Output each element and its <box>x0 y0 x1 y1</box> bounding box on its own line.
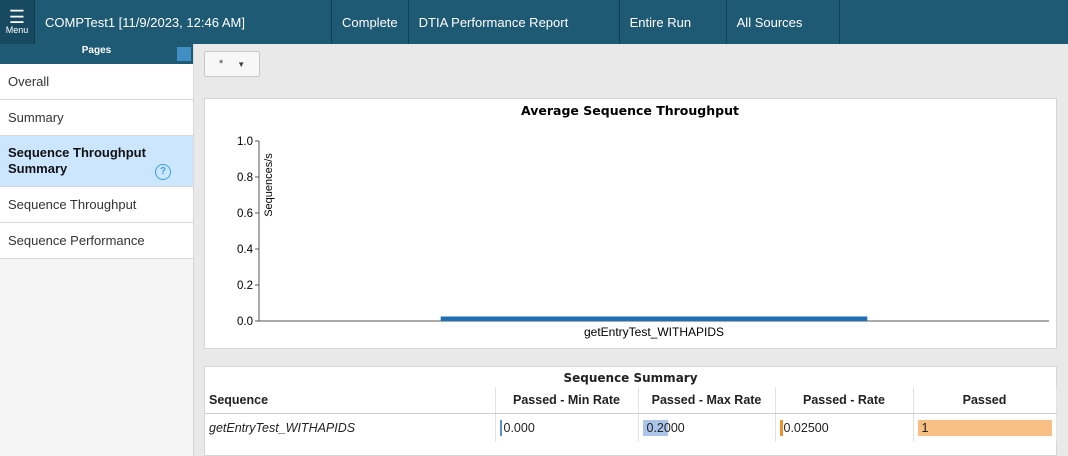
hamburger-icon: ☰ <box>8 7 26 27</box>
y-axis-label: Sequences/s <box>263 153 275 217</box>
sidebar-item-overall[interactable]: Overall <box>0 64 193 100</box>
x-ticks: getEntryTest_WITHAPIDS <box>584 325 724 339</box>
column-header-sequence[interactable]: Sequence <box>205 387 496 414</box>
y-ticks: 0.0 0.2 0.4 0.6 0.8 1.0 <box>237 136 259 328</box>
pages-sidebar: Pages Overall Summary Sequence Throughpu… <box>0 44 194 456</box>
passed-fill <box>917 420 1052 436</box>
pages-header: Pages <box>0 44 193 64</box>
y-tick-label: 0.8 <box>237 172 253 184</box>
bar-0[interactable] <box>440 316 868 322</box>
main-content: * ▼ Average Sequence Throughput Sequence… <box>194 44 1068 456</box>
column-header-min-rate[interactable]: Passed - Min Rate <box>495 387 639 414</box>
max-rate-bar: 0.2000 <box>642 420 771 436</box>
cell-sequence: getEntryTest_WITHAPIDS <box>205 413 496 442</box>
sidebar-item-sequence-performance[interactable]: Sequence Performance <box>0 223 193 259</box>
summary-title: Sequence Summary <box>563 371 698 385</box>
table-header-row: Sequence Passed - Min Rate Passed - Max … <box>205 387 1057 414</box>
y-tick-label: 1.0 <box>237 136 253 148</box>
sidebar-item-sequence-throughput-summary[interactable]: Sequence Throughput Summary ? <box>0 136 193 187</box>
chevron-down-icon: ▼ <box>237 59 246 69</box>
cell-passed: 1 <box>913 413 1057 442</box>
tab-test-run[interactable]: COMPTest1 [11/9/2023, 12:46 AM] <box>35 0 332 44</box>
collapse-sidebar-icon[interactable] <box>177 47 191 61</box>
column-header-passed[interactable]: Passed <box>913 387 1057 414</box>
menu-label: Menu <box>5 25 29 35</box>
rate-bar: 0.02500 <box>779 420 909 436</box>
filter-dropdown-value: * <box>219 58 224 70</box>
help-icon[interactable]: ? <box>155 164 171 180</box>
table-row[interactable]: getEntryTest_WITHAPIDS 0.000 0.2000 0.02… <box>205 413 1057 442</box>
tab-entire-run[interactable]: Entire Run <box>620 0 727 44</box>
throughput-chart: Average Sequence Throughput Sequences/s … <box>237 103 1049 339</box>
sequence-summary-table: Sequence Passed - Min Rate Passed - Max … <box>205 387 1057 442</box>
filter-dropdown[interactable]: * ▼ <box>204 51 260 77</box>
rate-value: 0.02500 <box>783 421 829 435</box>
bars <box>440 316 868 322</box>
tab-report[interactable]: DTIA Performance Report <box>409 0 620 44</box>
sequence-summary-panel: Sequence Summary Sequence Passed - Min R… <box>204 366 1057 456</box>
x-tick-label: getEntryTest_WITHAPIDS <box>584 325 724 339</box>
passed-value: 1 <box>921 421 929 435</box>
sidebar-item-label: Sequence Performance <box>8 233 145 248</box>
min-rate-value: 0.000 <box>503 421 535 435</box>
top-bar: ☰ Menu COMPTest1 [11/9/2023, 12:46 AM] C… <box>0 0 1068 44</box>
tab-all-sources[interactable]: All Sources <box>727 0 840 44</box>
tab-complete[interactable]: Complete <box>332 0 409 44</box>
sidebar-item-label: Overall <box>8 74 50 89</box>
cell-max-rate: 0.2000 <box>638 413 776 442</box>
sidebar-item-label: Sequence Throughput <box>8 197 137 212</box>
min-rate-bar: 0.000 <box>499 420 634 436</box>
chart-panel: Average Sequence Throughput Sequences/s … <box>204 98 1057 349</box>
sidebar-item-label: Sequence Throughput Summary <box>8 145 146 176</box>
cell-rate: 0.02500 <box>775 413 914 442</box>
menu-button[interactable]: ☰ Menu <box>0 0 35 44</box>
sidebar-item-sequence-throughput[interactable]: Sequence Throughput <box>0 187 193 223</box>
y-tick-label: 0.6 <box>237 208 253 220</box>
sidebar-item-label: Summary <box>8 110 64 125</box>
max-rate-value: 0.2000 <box>646 421 685 435</box>
cell-min-rate: 0.000 <box>495 413 639 442</box>
y-tick-label: 0.0 <box>237 316 253 328</box>
y-tick-label: 0.2 <box>237 280 253 292</box>
pages-header-label: Pages <box>81 45 112 56</box>
chart-title: Average Sequence Throughput <box>521 103 739 118</box>
passed-bar: 1 <box>917 420 1052 436</box>
column-header-rate[interactable]: Passed - Rate <box>775 387 914 414</box>
sidebar-item-summary[interactable]: Summary <box>0 100 193 136</box>
y-tick-label: 0.4 <box>237 244 254 256</box>
column-header-max-rate[interactable]: Passed - Max Rate <box>638 387 776 414</box>
